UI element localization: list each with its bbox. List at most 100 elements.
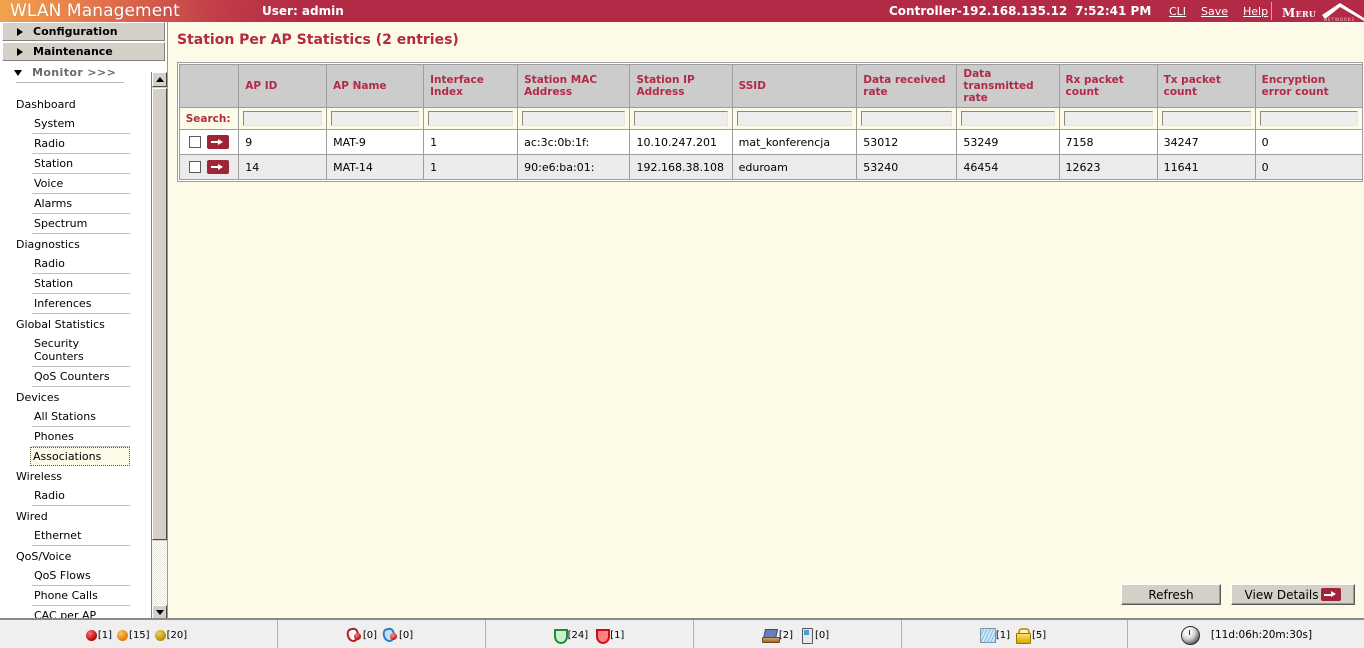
sidebar-item-phones[interactable]: Phones — [32, 427, 130, 447]
scrollbar-thumb[interactable] — [152, 88, 167, 540]
wlan-management-app: WLAN Management User: admin Controller-1… — [0, 0, 1364, 648]
sidebar-item-monitor[interactable]: Monitor >>> — [2, 63, 165, 83]
sidebar-item-station[interactable]: Station — [32, 274, 130, 294]
search-input-5[interactable] — [736, 111, 853, 127]
sidebar-item-spectrum[interactable]: Spectrum — [32, 214, 130, 234]
ap-down-icon[interactable] — [346, 628, 362, 642]
status-cell-1[interactable]: [0] [0] — [278, 620, 486, 648]
sidebar-item-radio[interactable]: Radio — [32, 486, 130, 506]
status-cell-2[interactable]: [24] [1] — [486, 620, 694, 648]
status-count: [20] — [166, 629, 188, 641]
table-cell: 1 — [423, 154, 519, 181]
main-content: Station Per AP Statistics (2 entries) AP… — [168, 22, 1364, 618]
sidebar-group-title: Devices — [16, 391, 60, 404]
sidebar-item-radio[interactable]: Radio — [32, 134, 130, 154]
status-count: [15] — [129, 629, 150, 641]
sidebar-item-qos-counters[interactable]: QoS Counters — [32, 367, 130, 387]
radio-up-icon[interactable] — [551, 628, 568, 644]
network-map-icon[interactable] — [979, 628, 996, 643]
table-cell: 53240 — [856, 154, 958, 181]
sidebar-item-inferences[interactable]: Inferences — [32, 294, 130, 314]
table-cell: 1 — [423, 129, 519, 156]
search-input-0[interactable] — [243, 111, 323, 127]
sidebar-item-ethernet[interactable]: Ethernet — [32, 526, 130, 546]
column-header[interactable]: Rx packet count — [1058, 63, 1158, 109]
sidebar-item-all-stations[interactable]: All Stations — [32, 407, 130, 427]
column-header[interactable]: Encryption error count — [1254, 63, 1364, 109]
sidebar-item-voice[interactable]: Voice — [32, 174, 130, 194]
radio-down-icon[interactable] — [593, 628, 611, 644]
search-input-6[interactable] — [861, 111, 953, 127]
uptime-value: [11d:06h:20m:30s] — [1210, 629, 1313, 641]
status-cell-0[interactable]: [1] [15] [20] — [0, 620, 278, 648]
status-bar: [1] [15] [20] [0] [0] [24] [1] [2] [0] [1] [5] [11d… — [0, 618, 1364, 648]
ap-alert-icon[interactable] — [382, 628, 398, 642]
search-cell — [731, 107, 858, 131]
sidebar-group-title: Diagnostics — [16, 238, 80, 251]
column-header[interactable]: AP Name — [326, 63, 425, 109]
scrollbar-track[interactable] — [152, 541, 167, 605]
sidebar-scrollbar[interactable] — [151, 72, 167, 618]
scroll-down-arrow-icon[interactable] — [152, 605, 167, 618]
status-count: [24] — [567, 629, 589, 641]
select-column-header — [178, 63, 240, 109]
cli-link[interactable]: CLI — [1169, 5, 1186, 18]
search-input-8[interactable] — [1063, 111, 1153, 127]
meru-logo: Meru NETWORKS — [1278, 1, 1364, 22]
status-cell-4[interactable]: [1] [5] — [902, 620, 1128, 648]
sidebar-group-title: Wired — [16, 510, 48, 523]
column-header[interactable]: Data received rate — [856, 63, 958, 109]
view-details-button[interactable]: View Details — [1231, 584, 1355, 605]
column-header[interactable]: Tx packet count — [1156, 63, 1256, 109]
sidebar-item-associations[interactable]: Associations — [30, 447, 130, 466]
column-header[interactable]: SSID — [731, 63, 858, 109]
sidebar-item-maintenance[interactable]: Maintenance — [2, 42, 165, 61]
sidebar-item-radio[interactable]: Radio — [32, 254, 130, 274]
row-detail-arrow-icon[interactable] — [207, 160, 230, 175]
search-input-9[interactable] — [1161, 111, 1251, 127]
column-header[interactable]: Station MAC Address — [517, 63, 631, 109]
row-detail-arrow-icon[interactable] — [207, 135, 230, 150]
station-phone-icon[interactable] — [798, 628, 814, 644]
column-header[interactable]: Station IP Address — [629, 63, 733, 109]
column-header[interactable]: Interface Index — [423, 63, 519, 109]
search-input-1[interactable] — [331, 111, 420, 127]
sidebar-item-system[interactable]: System — [32, 114, 130, 134]
search-input-2[interactable] — [428, 111, 514, 127]
station-laptop-icon[interactable] — [761, 628, 780, 643]
scroll-up-arrow-icon[interactable] — [152, 72, 167, 87]
column-header[interactable]: AP ID — [238, 63, 328, 109]
help-link[interactable]: Help — [1243, 5, 1268, 18]
search-input-4[interactable] — [634, 111, 728, 127]
sidebar-item-phone-calls[interactable]: Phone Calls — [32, 586, 130, 606]
sidebar-item-configuration[interactable]: Configuration — [2, 22, 165, 41]
save-link[interactable]: Save — [1201, 5, 1228, 18]
status-cell-3[interactable]: [2] [0] — [694, 620, 902, 648]
table-row[interactable]: 14 MAT-14 1 90:e6:ba:01: 192.168.38.108 eduro… — [178, 154, 1364, 181]
search-cell — [856, 107, 958, 131]
sidebar-item-station[interactable]: Station — [32, 154, 130, 174]
search-input-3[interactable] — [522, 111, 626, 127]
row-checkbox[interactable] — [189, 161, 202, 174]
user-label: User: admin — [262, 4, 344, 18]
sidebar-item-qos-flows[interactable]: QoS Flows — [32, 566, 130, 586]
search-cell — [956, 107, 1060, 131]
table-cell: ac:3c:0b:1f: — [517, 129, 631, 156]
alarm-minor-dot-icon[interactable] — [154, 629, 166, 641]
uptime-watch-icon[interactable] — [1180, 625, 1200, 645]
status-cell-5[interactable]: [11d:06h:20m:30s] — [1128, 620, 1364, 648]
search-input-10[interactable] — [1259, 111, 1358, 127]
sidebar-item-cac-per-ap[interactable]: CAC per AP — [32, 606, 130, 618]
table-row[interactable]: 9 MAT-9 1 ac:3c:0b:1f: 10.10.247.201 mat_konf… — [178, 129, 1364, 156]
table-cell: 192.168.38.108 — [629, 154, 733, 181]
row-checkbox[interactable] — [189, 136, 202, 149]
sidebar-item-alarms[interactable]: Alarms — [32, 194, 130, 214]
alarm-critical-dot-icon[interactable] — [85, 629, 97, 641]
alarm-major-dot-icon[interactable] — [117, 629, 129, 641]
refresh-button[interactable]: Refresh — [1121, 584, 1221, 605]
column-header[interactable]: Data transmitted rate — [956, 63, 1060, 109]
search-input-7[interactable] — [961, 111, 1055, 127]
security-lock-icon[interactable] — [1015, 628, 1031, 644]
table-cell: MAT-9 — [326, 129, 425, 156]
sidebar-item-security-counters[interactable]: Security Counters — [32, 334, 130, 367]
